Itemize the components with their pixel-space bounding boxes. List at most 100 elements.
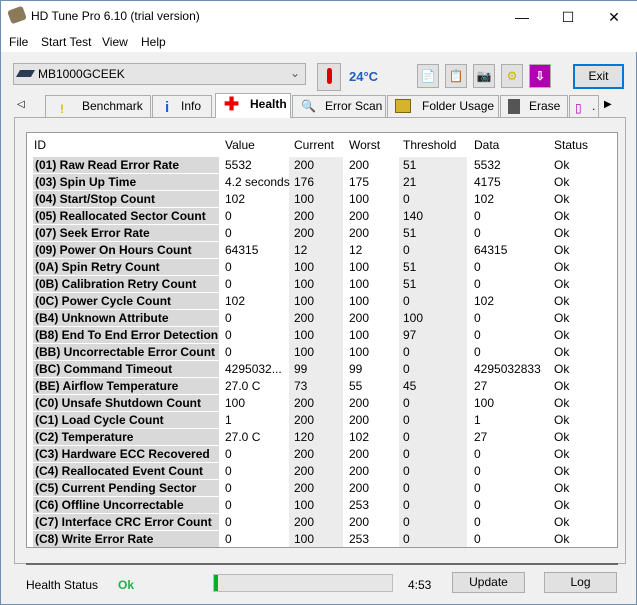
table-row[interactable]: (C4) Reallocated Event Count 0 200 200 0 0 Ok <box>27 463 617 480</box>
exit-button[interactable]: Exit <box>573 64 624 89</box>
cell-current: 100 <box>294 345 315 359</box>
cell-value: 4.2 seconds <box>225 175 290 189</box>
tab-scroll-right-icon[interactable]: ▶ <box>604 99 612 110</box>
cell-attribute-id: (C6) Offline Uncorrectable <box>33 497 219 513</box>
table-row[interactable]: (C5) Current Pending Sector 0 200 200 0 0 Ok <box>27 480 617 497</box>
cell-attribute-id: (C1) Load Cycle Count <box>33 412 219 428</box>
cell-current: 200 <box>294 481 315 495</box>
close-button[interactable]: ✕ <box>591 5 637 29</box>
drive-select[interactable]: MB1000GCEEK ⌄ <box>13 63 306 85</box>
cell-value: 0 <box>225 464 232 478</box>
menu-start-test[interactable]: Start Test <box>41 35 91 49</box>
header-status[interactable]: Status <box>554 138 588 152</box>
menu-view[interactable]: View <box>102 35 128 49</box>
camera-icon: 📷 <box>476 69 492 83</box>
header-current[interactable]: Current <box>294 138 334 152</box>
copy-screenshot-button[interactable]: 📋 <box>445 64 467 88</box>
options-button[interactable]: ⚙ <box>501 64 523 88</box>
menu-bar <box>1 32 637 52</box>
screenshot-button[interactable]: 📷 <box>473 64 495 88</box>
cell-threshold: 0 <box>403 515 410 529</box>
cell-current: 200 <box>294 158 315 172</box>
table-row[interactable]: (C6) Offline Uncorrectable 0 100 253 0 0 Ok <box>27 497 617 514</box>
tab-label: Health <box>250 97 287 111</box>
tab-folder-usage[interactable]: Folder Usage <box>387 95 499 117</box>
cell-threshold: 0 <box>403 362 410 376</box>
tab-scroll-left-icon[interactable]: ◁ <box>17 99 25 110</box>
cell-threshold: 51 <box>403 260 417 274</box>
table-row[interactable]: (C1) Load Cycle Count 1 200 200 0 1 Ok <box>27 412 617 429</box>
table-row[interactable]: (BC) Command Timeout 4295032... 99 99 0 42950… <box>27 361 617 378</box>
cell-current: 200 <box>294 226 315 240</box>
table-row[interactable]: (B8) End To End Error Detection 0 100 100 97… <box>27 327 617 344</box>
table-row[interactable]: (07) Seek Error Rate 0 200 200 51 0 Ok <box>27 225 617 242</box>
tab-health[interactable]: ✚ Health <box>215 93 291 118</box>
table-row[interactable]: (C2) Temperature 27.0 C 120 102 0 27 Ok <box>27 429 617 446</box>
table-row[interactable]: (04) Start/Stop Count 102 100 100 0 102 Ok <box>27 191 617 208</box>
cell-value: 0 <box>225 328 232 342</box>
cell-data: 0 <box>474 311 481 325</box>
table-row[interactable]: (05) Reallocated Sector Count 0 200 200 140 0… <box>27 208 617 225</box>
tab-label: . <box>592 99 596 113</box>
cell-attribute-id: (B4) Unknown Attribute <box>33 310 219 326</box>
cell-threshold: 97 <box>403 328 417 342</box>
table-row[interactable]: (C7) Interface CRC Error Count 0 200 200 0 0 O… <box>27 514 617 531</box>
table-row[interactable]: (BB) Uncorrectable Error Count 0 100 100 0 0 O… <box>27 344 617 361</box>
header-id[interactable]: ID <box>34 138 46 152</box>
smart-table[interactable]: ID Value Current Worst Threshold Data St… <box>26 132 618 548</box>
cell-attribute-id: (0C) Power Cycle Count <box>33 293 219 309</box>
cell-value: 0 <box>225 311 232 325</box>
cell-worst: 253 <box>349 532 370 546</box>
log-button[interactable]: Log <box>544 572 617 593</box>
temperature-button[interactable] <box>317 63 341 91</box>
cell-current: 100 <box>294 277 315 291</box>
table-row[interactable]: (0A) Spin Retry Count 0 100 100 51 0 Ok <box>27 259 617 276</box>
cell-data: 4175 <box>474 175 501 189</box>
cell-threshold: 21 <box>403 175 417 189</box>
table-row[interactable]: (0C) Power Cycle Count 102 100 100 0 102 Ok <box>27 293 617 310</box>
table-row[interactable]: (C0) Unsafe Shutdown Count 100 200 200 0 100 O… <box>27 395 617 412</box>
tab-error-scan[interactable]: 🔍 Error Scan <box>292 95 386 117</box>
cell-worst: 99 <box>349 362 363 376</box>
table-row[interactable]: (09) Power On Hours Count 64315 12 12 0 64315… <box>27 242 617 259</box>
tab-benchmark[interactable]: ! Benchmark <box>45 95 151 117</box>
cell-worst: 200 <box>349 226 370 240</box>
cell-attribute-id: (C2) Temperature <box>33 429 219 445</box>
table-row[interactable]: (C3) Hardware ECC Recovered 0 200 200 0 0 Ok <box>27 446 617 463</box>
divider <box>26 563 618 565</box>
table-row[interactable]: (0B) Calibration Retry Count 0 100 100 51 0 Ok <box>27 276 617 293</box>
header-value[interactable]: Value <box>225 138 255 152</box>
table-row[interactable]: (01) Raw Read Error Rate 5532 200 200 51 5532… <box>27 157 617 174</box>
cell-worst: 100 <box>349 260 370 274</box>
header-worst[interactable]: Worst <box>349 138 380 152</box>
tab-label: Folder Usage <box>422 99 495 113</box>
save-button[interactable]: ⇩ <box>529 64 551 88</box>
header-threshold[interactable]: Threshold <box>403 138 456 152</box>
cell-worst: 200 <box>349 311 370 325</box>
tab-info[interactable]: i Info <box>152 95 212 117</box>
cell-current: 100 <box>294 532 315 546</box>
table-row[interactable]: (03) Spin Up Time 4.2 seconds 176 175 21 4175… <box>27 174 617 191</box>
tab-label: Info <box>181 99 202 113</box>
copy-image-icon: 📋 <box>448 69 464 83</box>
cell-status: Ok <box>554 226 570 240</box>
cell-status: Ok <box>554 192 570 206</box>
minimize-button[interactable]: — <box>499 5 545 29</box>
cell-status: Ok <box>554 294 570 308</box>
table-row[interactable]: (BE) Airflow Temperature 27.0 C 73 55 45 27 Ok <box>27 378 617 395</box>
maximize-button[interactable]: ☐ <box>545 5 591 29</box>
cell-value: 0 <box>225 447 232 461</box>
cell-value: 0 <box>225 345 232 359</box>
menu-file[interactable]: File <box>9 35 28 49</box>
cell-status: Ok <box>554 447 570 461</box>
tab-more[interactable]: ▯. <box>569 95 599 117</box>
table-row[interactable]: (B4) Unknown Attribute 0 200 200 100 0 Ok <box>27 310 617 327</box>
copy-text-button[interactable]: 📄 <box>417 64 439 88</box>
menu-help[interactable]: Help <box>141 35 166 49</box>
update-button[interactable]: Update <box>452 572 525 593</box>
tab-erase[interactable]: Erase <box>500 95 568 117</box>
header-data[interactable]: Data <box>474 138 499 152</box>
table-row[interactable]: (C8) Write Error Rate 0 100 253 0 0 Ok <box>27 531 617 548</box>
tab-label: Error Scan <box>325 99 383 113</box>
temperature-value: 24°C <box>349 69 379 84</box>
